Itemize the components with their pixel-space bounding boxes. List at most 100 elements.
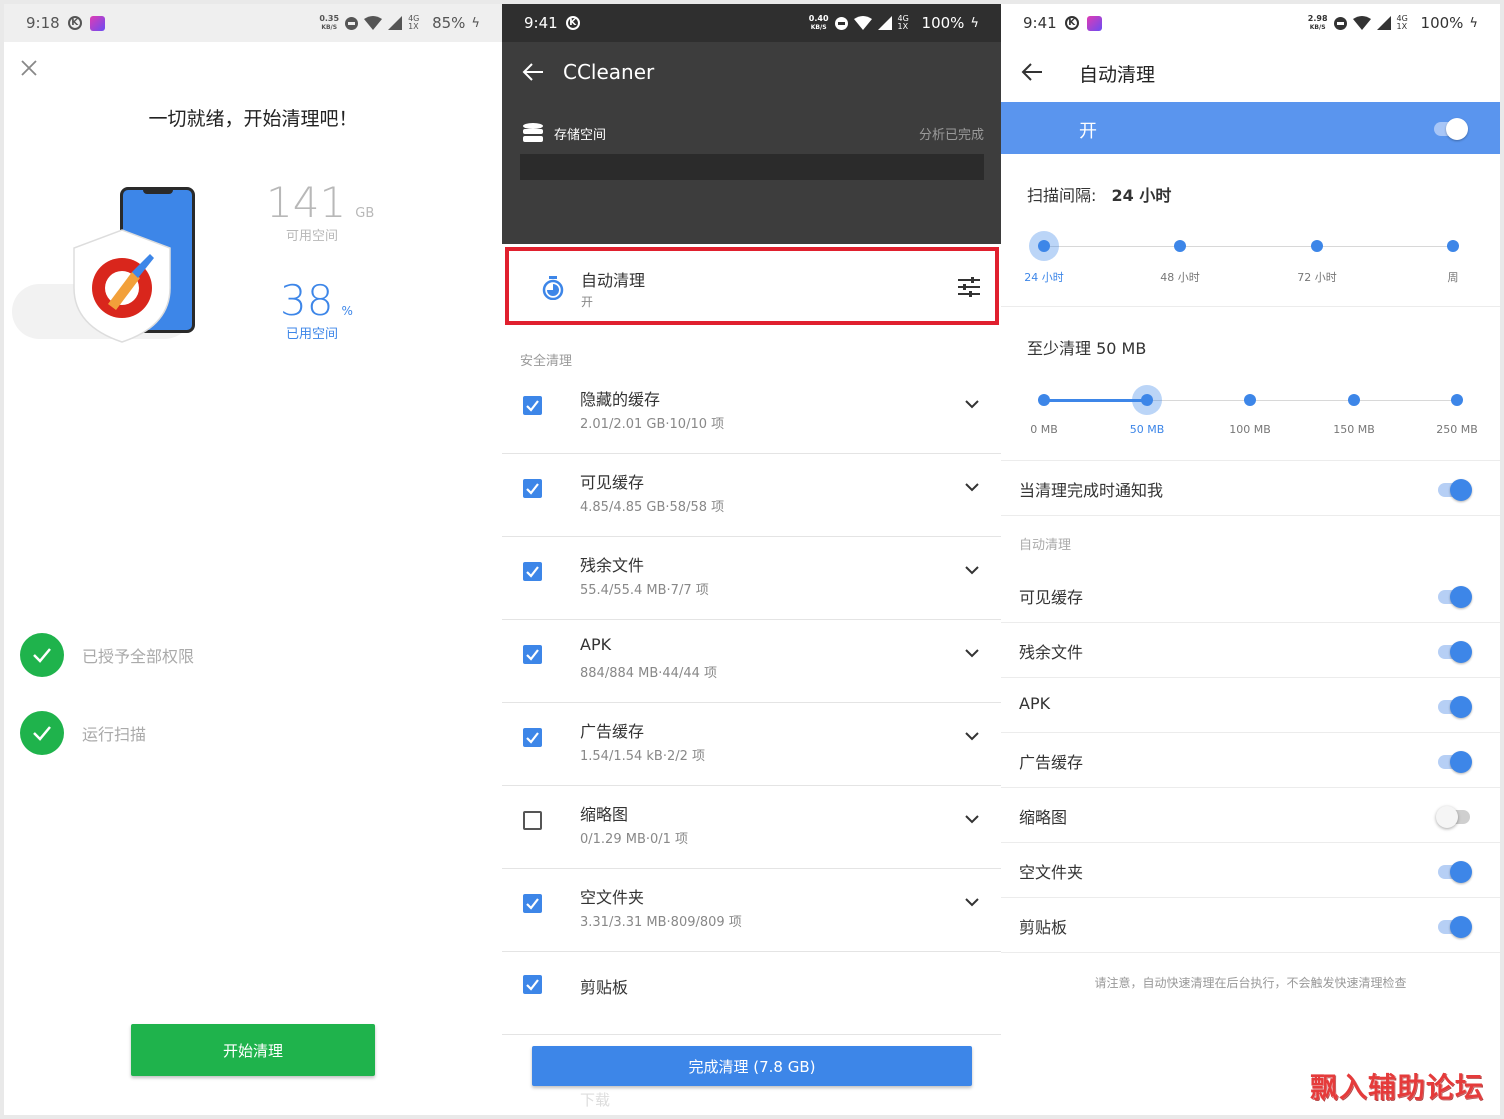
free-space-block: 141 GB 可用空间: [266, 178, 374, 244]
status-bar: 9:41 K 0.40 KB/S 4G 1X 100% ϟ: [502, 4, 1001, 42]
toggle-label: 缩略图: [1019, 808, 1068, 827]
chevron-down-icon[interactable]: [965, 731, 979, 741]
media-app-icon: [89, 15, 105, 31]
clean-item-row[interactable]: APK 884/884 MB·44/44 项: [502, 620, 1001, 703]
clean-item-row[interactable]: 隐藏的缓存 2.01/2.01 GB·10/10 项: [502, 371, 1001, 454]
toggle-row[interactable]: 残余文件: [1001, 623, 1500, 678]
master-switch-bar[interactable]: 开: [1001, 102, 1500, 154]
check-icon: [20, 711, 64, 755]
item-checkbox[interactable]: [523, 645, 542, 664]
notify-row[interactable]: 当清理完成时通知我: [1001, 461, 1500, 516]
charging-icon: ϟ: [970, 15, 979, 31]
slider-stop[interactable]: [1174, 240, 1186, 252]
back-arrow-icon[interactable]: [522, 62, 544, 82]
toggle-row[interactable]: 缩略图: [1001, 788, 1500, 843]
ccleaner-shield-logo: [73, 229, 171, 343]
toggle-label: 可见缓存: [1019, 588, 1084, 607]
divider: [1001, 306, 1500, 307]
chevron-down-icon[interactable]: [965, 897, 979, 907]
item-checkbox[interactable]: [523, 894, 542, 913]
toggle-switch[interactable]: [1436, 916, 1472, 938]
used-space-value: 38: [280, 276, 334, 325]
close-icon[interactable]: [21, 60, 37, 76]
slider-stop-label: 50 MB: [1129, 423, 1165, 436]
clean-item-row[interactable]: 空文件夹 3.31/3.31 MB·809/809 项: [502, 869, 1001, 952]
toggle-row[interactable]: 空文件夹: [1001, 843, 1500, 898]
slider-stop[interactable]: [1447, 240, 1459, 252]
item-checkbox[interactable]: [523, 728, 542, 747]
footnote: 请注意，自动快速清理在后台执行，不会触发快速清理检查: [1094, 976, 1407, 990]
item-title: 剪贴板: [580, 978, 629, 997]
charging-icon: ϟ: [1469, 15, 1478, 31]
signal-icon: [388, 16, 403, 30]
signal-icon: [877, 16, 892, 30]
status-time: 9:41: [1023, 14, 1057, 32]
step-label: 已授予全部权限: [82, 647, 195, 666]
slider-stop[interactable]: [1038, 394, 1050, 406]
chevron-down-icon[interactable]: [965, 565, 979, 575]
section-label: 自动清理: [1019, 538, 1072, 553]
dnd-icon: [345, 16, 359, 30]
slider-stop[interactable]: [1451, 394, 1463, 406]
toggle-switch[interactable]: [1436, 751, 1472, 773]
notify-label: 当清理完成时通知我: [1019, 481, 1164, 500]
slider-stop[interactable]: [1311, 240, 1323, 252]
notify-toggle[interactable]: [1436, 479, 1472, 501]
watermark: 飘入辅助论坛: [1309, 1071, 1484, 1104]
tune-settings-icon[interactable]: [958, 277, 980, 297]
item-title: APK: [580, 635, 612, 654]
min-clean-slider[interactable]: 0 MB 50 MB 100 MB 150 MB 250 MB: [1001, 380, 1500, 440]
battery-percent: 100%: [921, 14, 965, 32]
toggle-row[interactable]: 可见缓存: [1001, 568, 1500, 623]
chevron-down-icon[interactable]: [965, 482, 979, 492]
back-arrow-icon[interactable]: [1021, 62, 1043, 82]
free-space-value: 141: [266, 178, 347, 227]
chevron-down-icon[interactable]: [965, 814, 979, 824]
slider-stop[interactable]: [1348, 394, 1360, 406]
item-detail: 4.85/4.85 GB·58/58 项: [580, 500, 725, 515]
toggle-switch[interactable]: [1436, 861, 1472, 883]
used-space-label: 已用空间: [286, 327, 339, 342]
item-checkbox[interactable]: [523, 562, 542, 581]
item-title: 广告缓存: [580, 722, 645, 741]
toggle-row[interactable]: APK: [1001, 678, 1500, 733]
chevron-down-icon[interactable]: [965, 399, 979, 409]
clean-item-row[interactable]: 剪贴板: [502, 952, 1001, 1035]
item-checkbox[interactable]: [523, 975, 542, 994]
interval-slider[interactable]: 24 小时 48 小时 72 小时 周: [1001, 226, 1500, 286]
clean-item-row[interactable]: 残余文件 55.4/55.4 MB·7/7 项: [502, 537, 1001, 620]
step-permissions: 已授予全部权限: [20, 633, 194, 677]
signal-icon: [1376, 16, 1391, 30]
master-toggle[interactable]: [1432, 118, 1468, 140]
clean-item-row[interactable]: 可见缓存 4.85/4.85 GB·58/58 项: [502, 454, 1001, 537]
free-space-unit: GB: [355, 206, 375, 221]
finish-clean-button[interactable]: 完成清理 (7.8 GB): [532, 1046, 972, 1086]
chevron-down-icon[interactable]: [965, 648, 979, 658]
toggle-row[interactable]: 广告缓存: [1001, 733, 1500, 788]
item-title: 可见缓存: [580, 473, 645, 492]
phone-illustration: [12, 184, 212, 354]
toggle-switch[interactable]: [1436, 696, 1472, 718]
toggle-label: 广告缓存: [1019, 753, 1084, 772]
interval-heading: 扫描间隔: 24 小时: [1027, 182, 1171, 206]
slider-stop[interactable]: [1244, 394, 1256, 406]
item-checkbox[interactable]: [523, 396, 542, 415]
item-checkbox[interactable]: [523, 811, 542, 830]
toggle-row[interactable]: 剪贴板: [1001, 898, 1500, 953]
network-type: 4G 1X: [408, 14, 420, 31]
slider-stop[interactable]: [1038, 240, 1050, 252]
clean-item-row[interactable]: 广告缓存 1.54/1.54 kB·2/2 项: [502, 703, 1001, 786]
min-clean-label: 至少清理 50 MB: [1027, 339, 1147, 358]
start-clean-button[interactable]: 开始清理: [131, 1024, 375, 1076]
toggle-switch[interactable]: [1436, 641, 1472, 663]
item-detail: 2.01/2.01 GB·10/10 项: [580, 417, 725, 432]
toggle-switch[interactable]: [1436, 586, 1472, 608]
slider-stop[interactable]: [1141, 394, 1153, 406]
media-app-icon: [1086, 15, 1102, 31]
clean-item-row[interactable]: 缩略图 0/1.29 MB·0/1 项: [502, 786, 1001, 869]
toggle-switch[interactable]: [1436, 806, 1472, 828]
item-checkbox[interactable]: [523, 479, 542, 498]
status-bar: 9:41 K 2.98 KB/S 4G 1X 100% ϟ: [1001, 4, 1500, 42]
auto-clean-card[interactable]: 自动清理 开: [505, 247, 999, 325]
toggle-label: APK: [1019, 694, 1051, 713]
